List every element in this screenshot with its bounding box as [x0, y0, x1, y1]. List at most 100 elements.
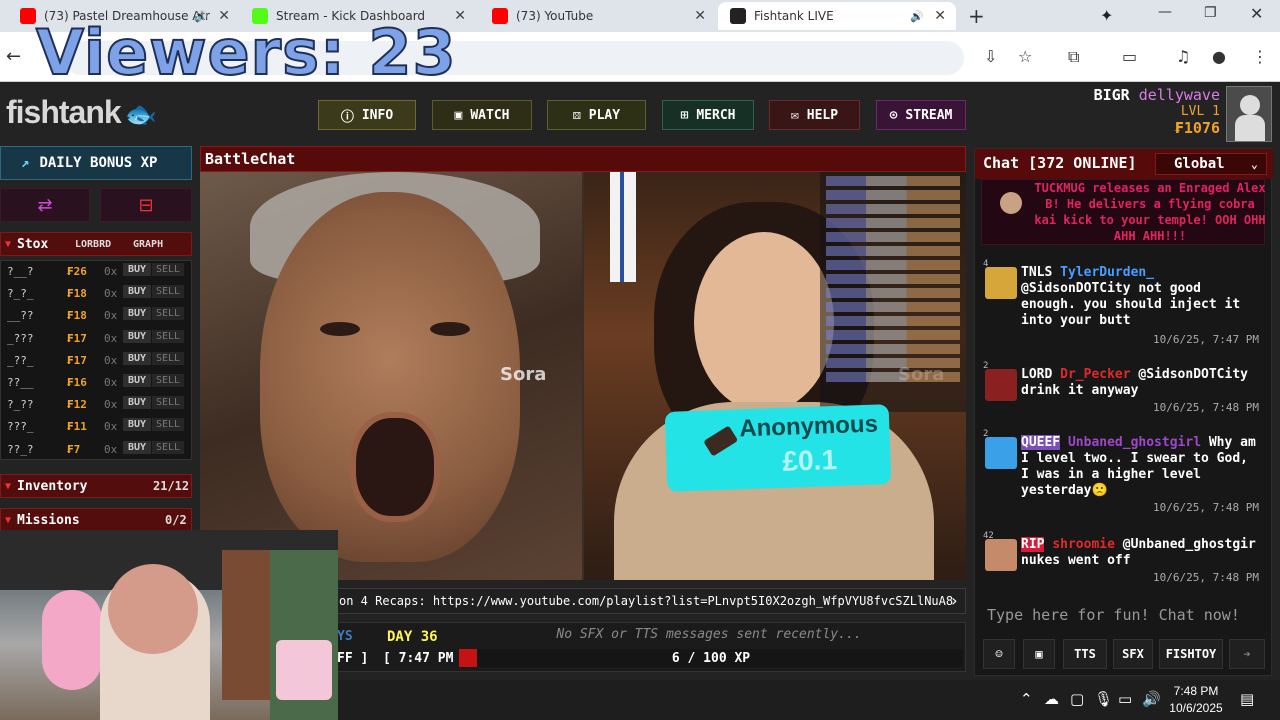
user-info[interactable]: BIGR dellywave LVL 1 ₣1076 — [1094, 86, 1220, 137]
sell-button[interactable]: SELL — [152, 373, 185, 387]
stock-name[interactable]: ??__ — [7, 376, 34, 389]
close-tab-icon[interactable]: ✕ — [934, 8, 946, 24]
stock-name[interactable]: ?__? — [7, 265, 34, 278]
chat-message[interactable]: 2 QUEEF Unbaned_ghostgirl Why am I level… — [975, 429, 1273, 525]
stream-chat-overlay — [820, 172, 966, 412]
chat-username[interactable]: Unbaned_ghostgirl — [1068, 435, 1201, 450]
network-icon[interactable]: ▭ — [1118, 690, 1132, 708]
announcement-ticker[interactable]: on 4 Recaps: https://www.youtube.com/pla… — [334, 588, 966, 614]
chat-message[interactable]: 2 LORD Dr_Pecker @SidsonDOTCity drink it… — [975, 361, 1273, 427]
buy-button[interactable]: BUY — [123, 307, 152, 321]
nav-play-button[interactable]: ⚄ PLAY — [547, 100, 646, 130]
nav-stream-button[interactable]: ⊙ STREAM — [876, 100, 966, 130]
sell-button[interactable]: SELL — [152, 396, 185, 410]
nav-merch-button[interactable]: ⊞ MERCH — [662, 100, 754, 130]
leaderboard-button[interactable]: LORBRD — [75, 239, 111, 250]
chat-room-select[interactable]: Global ⌄ — [1155, 153, 1267, 175]
media-icon[interactable]: ♫ — [1176, 47, 1190, 66]
buy-button[interactable]: BUY — [123, 418, 152, 432]
inventory-count: 21/12 — [153, 479, 190, 493]
fishtoy-button[interactable]: FISHTOY — [1159, 639, 1223, 669]
site-logo[interactable]: fishtank 🐟 — [6, 94, 157, 131]
stock-name[interactable]: ?_?? — [7, 398, 34, 411]
graph-button[interactable]: GRAPH — [133, 239, 163, 250]
sell-button[interactable]: SELL — [152, 307, 185, 321]
stock-name[interactable]: __?? — [7, 309, 34, 322]
stock-name[interactable]: _??? — [7, 332, 34, 345]
send-button[interactable]: ➔ — [1229, 639, 1265, 669]
avatar[interactable] — [985, 267, 1017, 299]
buy-button[interactable]: BUY — [123, 396, 152, 410]
chevron-up-icon[interactable]: ⌃ — [1020, 690, 1033, 708]
volume-icon[interactable]: 🔊 — [1142, 690, 1161, 708]
install-icon[interactable]: ⇩ — [984, 47, 997, 66]
browser-tab[interactable]: (73) YouTube ✕ — [480, 2, 716, 30]
minimize-icon[interactable]: — — [1158, 4, 1172, 20]
exchange-button[interactable]: ⇄ — [0, 188, 90, 222]
stock-name[interactable]: ??_? — [7, 443, 34, 456]
nav-help-button[interactable]: ✉ HELP — [769, 100, 860, 130]
buy-button[interactable]: BUY — [123, 285, 152, 299]
new-tab-button[interactable]: + — [968, 4, 985, 28]
sell-button[interactable]: SELL — [152, 440, 185, 454]
sell-button[interactable]: SELL — [152, 285, 185, 299]
browser-tab-active[interactable]: Fishtank LIVE 🔊 ✕ — [718, 2, 956, 30]
profile-avatar-icon[interactable]: ● — [1212, 47, 1226, 66]
missions-header[interactable]: ▼ Missions 0/2 — [0, 508, 192, 532]
cast-icon[interactable]: ▭ — [1122, 47, 1137, 66]
stox-header[interactable]: ▼ Stox LORBRD GRAPH — [0, 232, 192, 256]
chat-message[interactable]: 42 RIP shroomie @Unbaned_ghostgir nukes … — [975, 531, 1273, 597]
stock-name[interactable]: _??_ — [7, 354, 34, 367]
inventory-header[interactable]: ▼ Inventory 21/12 — [0, 474, 192, 498]
sell-button[interactable]: SELL — [152, 351, 185, 365]
chat-username[interactable]: Dr_Pecker — [1060, 367, 1130, 382]
stock-name[interactable]: ?_?_ — [7, 287, 34, 300]
stock-price: ₣17 — [67, 331, 87, 345]
stox-title: Stox — [17, 236, 49, 252]
buy-button[interactable]: BUY — [123, 263, 152, 276]
buy-button[interactable]: BUY — [123, 329, 152, 343]
chat-username[interactable]: shroomie — [1052, 537, 1115, 552]
tts-button[interactable]: TTS — [1063, 639, 1107, 669]
sell-button[interactable]: SELL — [152, 263, 185, 276]
tts-voice-button[interactable]: ▣ — [1023, 639, 1055, 669]
chat-input[interactable]: Type here for fun! Chat now! — [981, 601, 1269, 631]
buy-button[interactable]: BUY — [123, 373, 152, 387]
menu-icon[interactable]: ⋮ — [1252, 47, 1268, 66]
buy-button[interactable]: BUY — [123, 440, 152, 454]
daily-bonus-button[interactable]: ↗ DAILY BONUS XP — [0, 146, 192, 180]
chevron-right-icon[interactable]: › — [949, 589, 959, 613]
avatar[interactable] — [985, 369, 1017, 401]
chat-title: Chat [372 ONLINE] — [983, 154, 1137, 172]
avatar[interactable] — [985, 437, 1017, 469]
avatar[interactable] — [985, 539, 1017, 571]
window-close-icon[interactable]: ✕ — [1250, 4, 1263, 23]
nav-info-button[interactable]: ⓘ INFO — [318, 100, 416, 130]
sell-button[interactable]: SELL — [152, 418, 185, 432]
notification-icon[interactable]: ▤ — [1240, 690, 1254, 708]
chat-username[interactable]: TylerDurden_ — [1060, 265, 1154, 280]
cloud-icon[interactable]: ☁ — [1044, 690, 1059, 708]
close-tab-icon[interactable]: ✕ — [694, 8, 706, 24]
back-icon[interactable]: ← — [6, 46, 21, 67]
video-player[interactable]: Sora Sora Anonymous £0.1 — [200, 172, 966, 580]
bookmark-star-icon[interactable]: ☆ — [1018, 47, 1032, 66]
system-clock[interactable]: 7:48 PM 10/6/2025 — [1168, 683, 1224, 717]
sfx-button[interactable]: SFX — [1113, 639, 1153, 669]
user-avatar[interactable] — [1226, 86, 1272, 142]
buy-button[interactable]: BUY — [123, 351, 152, 365]
missions-title: Missions — [17, 512, 80, 528]
stock-name[interactable]: ???_ — [7, 420, 34, 433]
sell-button[interactable]: SELL — [152, 329, 185, 343]
nav-watch-button[interactable]: ▣ WATCH — [432, 100, 532, 130]
speaker-icon[interactable]: 🔊 — [910, 10, 924, 23]
extensions-icon[interactable]: ⧉ — [1068, 47, 1079, 67]
shop-button[interactable]: ⊟ — [100, 188, 192, 222]
gemini-icon[interactable]: ✦ — [1100, 6, 1113, 25]
restore-icon[interactable]: ❐ — [1204, 5, 1217, 21]
device-icon[interactable]: ▢ — [1070, 690, 1084, 708]
emoji-button[interactable]: ☺ — [983, 639, 1015, 669]
youtube-icon — [20, 8, 36, 24]
chat-message[interactable]: 4 TNLS TylerDurden_ @SidsonDOTCity not g… — [975, 259, 1273, 355]
microphone-icon[interactable]: 🎙 — [1094, 690, 1113, 708]
